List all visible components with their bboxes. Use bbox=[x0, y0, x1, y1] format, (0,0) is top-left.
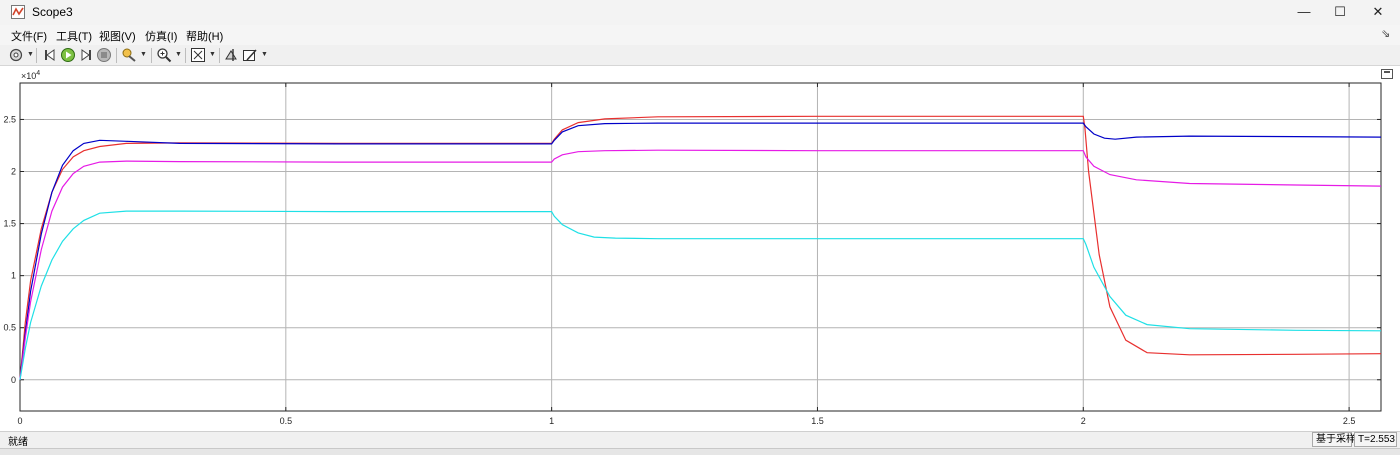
highlight-dropdown-icon[interactable]: ▼ bbox=[140, 51, 147, 58]
y-tick-label: 2 bbox=[11, 167, 16, 177]
toolbar-separator bbox=[185, 48, 186, 63]
toolbar: ▼ ▼ ▼ ▼ ▼ bbox=[0, 45, 1400, 66]
x-tick-label: 2 bbox=[1081, 416, 1086, 426]
run-icon[interactable] bbox=[60, 47, 76, 63]
toolbar-separator bbox=[219, 48, 220, 63]
zoom-dropdown-icon[interactable]: ▼ bbox=[175, 51, 182, 58]
title-bar: Scope3 — ☐ ✕ bbox=[0, 0, 1400, 25]
y-tick-label: 1.5 bbox=[3, 219, 16, 229]
toolbar-separator bbox=[151, 48, 152, 63]
y-exponent-label: ×104 bbox=[21, 70, 40, 81]
x-tick-label: 2.5 bbox=[1343, 416, 1356, 426]
stop-icon[interactable] bbox=[96, 47, 112, 63]
autoscale-dropdown-icon[interactable]: ▼ bbox=[209, 51, 216, 58]
close-button[interactable]: ✕ bbox=[1356, 0, 1400, 25]
toolbar-separator bbox=[116, 48, 117, 63]
bottom-edge bbox=[0, 448, 1400, 455]
scope-app-icon bbox=[11, 5, 25, 19]
step-forward-icon[interactable] bbox=[78, 47, 94, 63]
menu-tools[interactable]: 工具(T) bbox=[56, 28, 92, 44]
axes-background bbox=[20, 83, 1381, 411]
scope-axes[interactable]: 0 0.5 1 1.5 2 2.5 0 0.5 1 1.5 2 2.5 ×104 bbox=[0, 66, 1400, 432]
autoscale-icon[interactable] bbox=[190, 47, 206, 63]
x-tick-label: 1 bbox=[549, 416, 554, 426]
highlight-icon[interactable] bbox=[121, 47, 137, 63]
menu-file[interactable]: 文件(F) bbox=[11, 28, 47, 44]
menu-simulation[interactable]: 仿真(I) bbox=[145, 28, 177, 44]
window-title: Scope3 bbox=[32, 5, 73, 19]
zoom-icon[interactable] bbox=[156, 47, 172, 63]
style-dropdown-icon[interactable]: ▼ bbox=[261, 51, 268, 58]
pin-icon[interactable]: ⇘ bbox=[1381, 27, 1390, 40]
toolbar-separator bbox=[36, 48, 37, 63]
settings-dropdown-icon[interactable]: ▼ bbox=[27, 51, 34, 58]
scope-plot-area: 0 0.5 1 1.5 2 2.5 0 0.5 1 1.5 2 2.5 ×104 bbox=[0, 66, 1400, 432]
x-tick-label: 0.5 bbox=[280, 416, 293, 426]
menu-bar: 文件(F) 工具(T) 视图(V) 仿真(I) 帮助(H) ⇘ bbox=[0, 25, 1400, 45]
x-tick-label: 1.5 bbox=[811, 416, 824, 426]
y-tick-label: 2.5 bbox=[3, 114, 16, 124]
menu-view[interactable]: 视图(V) bbox=[99, 28, 136, 44]
x-tick-label: 0 bbox=[17, 416, 22, 426]
simulation-time-label: T=2.553 bbox=[1354, 432, 1397, 447]
status-ready: 就绪 bbox=[8, 437, 28, 448]
cursor-measure-icon[interactable] bbox=[224, 47, 240, 63]
y-tick-label: 0.5 bbox=[3, 323, 16, 333]
step-back-icon[interactable] bbox=[42, 47, 58, 63]
menu-help[interactable]: 帮助(H) bbox=[186, 28, 223, 44]
status-bar: 就绪 基于采样 T=2.553 bbox=[0, 432, 1400, 448]
y-tick-label: 0 bbox=[11, 375, 16, 385]
y-tick-label: 1 bbox=[11, 271, 16, 281]
style-edit-icon[interactable] bbox=[242, 47, 258, 63]
settings-icon[interactable] bbox=[8, 47, 24, 63]
sampling-mode-label: 基于采样 bbox=[1312, 432, 1356, 447]
